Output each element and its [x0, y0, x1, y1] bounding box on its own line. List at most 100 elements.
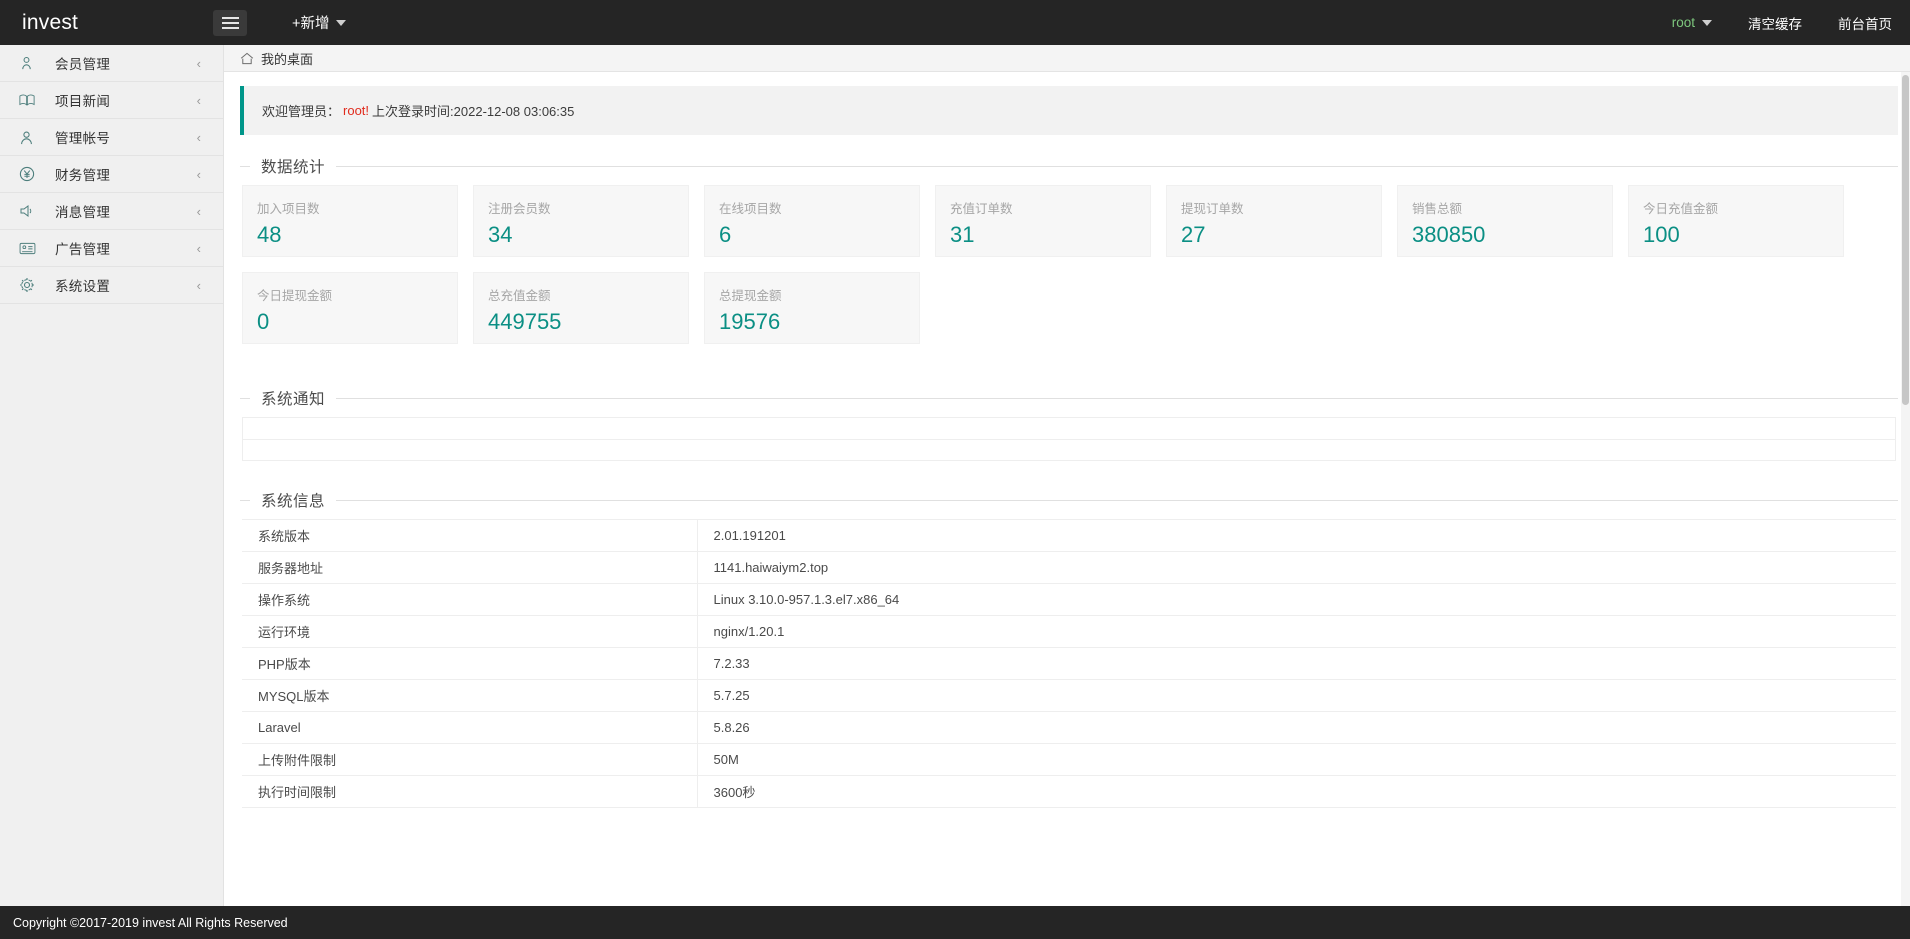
sysinfo-value: 2.01.191201	[697, 520, 1896, 552]
sidebar-item-system-settings[interactable]: 系统设置 ‹	[0, 267, 223, 304]
table-row: Laravel 5.8.26	[242, 712, 1896, 744]
sysinfo-value: 1141.haiwaiym2.top	[697, 552, 1896, 584]
sysinfo-key: 操作系统	[242, 584, 697, 616]
user-menu-button[interactable]: root	[1654, 0, 1730, 45]
system-info-table: 系统版本 2.01.191201 服务器地址 1141.haiwaiym2.to…	[242, 519, 1896, 808]
table-row: 上传附件限制 50M	[242, 744, 1896, 776]
welcome-prefix: 欢迎管理员：	[262, 101, 340, 120]
stat-card-label: 今日充值金额	[1643, 198, 1843, 217]
welcome-banner: 欢迎管理员： root! 上次登录时间:2022-12-08 03:06:35	[240, 86, 1898, 135]
welcome-last-login: 上次登录时间:2022-12-08 03:06:35	[372, 101, 574, 120]
sysinfo-value: nginx/1.20.1	[697, 616, 1896, 648]
stat-card-value: 27	[1181, 223, 1381, 247]
stat-card-label: 注册会员数	[488, 198, 688, 217]
stat-card-value: 0	[257, 310, 457, 334]
book-icon	[19, 93, 41, 107]
stat-card-label: 总提现金额	[719, 285, 919, 304]
sysinfo-value: 3600秒	[697, 776, 1896, 808]
stat-card[interactable]: 在线项目数 6	[704, 185, 920, 257]
stat-card[interactable]: 销售总额 380850	[1397, 185, 1613, 257]
stat-card-value: 48	[257, 223, 457, 247]
table-row: 执行时间限制 3600秒	[242, 776, 1896, 808]
app-brand[interactable]: invest	[0, 11, 110, 35]
sysinfo-key: 服务器地址	[242, 552, 697, 584]
chevron-left-icon: ‹	[197, 94, 201, 107]
stat-card[interactable]: 今日充值金额 100	[1628, 185, 1844, 257]
stat-card-value: 19576	[719, 310, 919, 334]
stat-card-label: 销售总额	[1412, 198, 1612, 217]
sidebar-item-label: 会员管理	[55, 53, 110, 73]
notices-panel: 系统通知	[240, 387, 1898, 467]
table-row: PHP版本 7.2.33	[242, 648, 1896, 680]
stat-card[interactable]: 总提现金额 19576	[704, 272, 920, 344]
sidebar-item-label: 系统设置	[55, 275, 110, 295]
sysinfo-key: 运行环境	[242, 616, 697, 648]
chevron-down-icon	[1702, 20, 1712, 26]
sysinfo-value: 7.2.33	[697, 648, 1896, 680]
main-content: 欢迎管理员： root! 上次登录时间:2022-12-08 03:06:35 …	[224, 72, 1910, 906]
chevron-left-icon: ‹	[197, 279, 201, 292]
chevron-left-icon: ‹	[197, 131, 201, 144]
stat-card[interactable]: 提现订单数 27	[1166, 185, 1382, 257]
stat-card-label: 加入项目数	[257, 198, 457, 217]
table-row: 操作系统 Linux 3.10.0-957.1.3.el7.x86_64	[242, 584, 1896, 616]
welcome-username: root!	[343, 103, 369, 118]
sysinfo-value: Linux 3.10.0-957.1.3.el7.x86_64	[697, 584, 1896, 616]
user-menu-label: root	[1672, 15, 1695, 30]
stat-card[interactable]: 注册会员数 34	[473, 185, 689, 257]
stat-card[interactable]: 加入项目数 48	[242, 185, 458, 257]
notice-row[interactable]	[242, 439, 1896, 461]
sidebar-item-label: 财务管理	[55, 164, 110, 184]
chevron-left-icon: ‹	[197, 57, 201, 70]
content-scrollbar[interactable]	[1901, 72, 1910, 906]
table-row: 运行环境 nginx/1.20.1	[242, 616, 1896, 648]
stat-card-label: 总充值金额	[488, 285, 688, 304]
home-icon[interactable]	[240, 52, 254, 65]
stat-card[interactable]: 总充值金额 449755	[473, 272, 689, 344]
front-page-link[interactable]: 前台首页	[1820, 0, 1910, 45]
chevron-left-icon: ‹	[197, 242, 201, 255]
clear-cache-button[interactable]: 清空缓存	[1730, 0, 1820, 45]
stat-card-value: 6	[719, 223, 919, 247]
chevron-left-icon: ‹	[197, 205, 201, 218]
stat-card-label: 提现订单数	[1181, 198, 1381, 217]
breadcrumb: 我的桌面	[224, 45, 1910, 72]
yen-circle-icon	[19, 166, 41, 182]
stat-card-value: 34	[488, 223, 688, 247]
sidebar-item-admin-account[interactable]: 管理帐号 ‹	[0, 119, 223, 156]
sidebar: 会员管理 ‹ 项目新闻 ‹ 管理帐号 ‹ 财务管理 ‹ 消息管理 ‹ 广告管理	[0, 45, 224, 939]
sidebar-item-label: 消息管理	[55, 201, 110, 221]
sidebar-item-finance[interactable]: 财务管理 ‹	[0, 156, 223, 193]
sysinfo-key: 系统版本	[242, 520, 697, 552]
stat-card[interactable]: 充值订单数 31	[935, 185, 1151, 257]
sysinfo-value: 5.7.25	[697, 680, 1896, 712]
user-circle-icon	[19, 130, 41, 145]
copyright-text: Copyright ©2017-2019 invest All Rights R…	[13, 916, 288, 930]
sysinfo-key: MYSQL版本	[242, 680, 697, 712]
table-row: MYSQL版本 5.7.25	[242, 680, 1896, 712]
add-new-button[interactable]: +新增	[292, 12, 346, 33]
sidebar-item-project-news[interactable]: 项目新闻 ‹	[0, 82, 223, 119]
sidebar-item-members[interactable]: 会员管理 ‹	[0, 45, 223, 82]
sysinfo-key: PHP版本	[242, 648, 697, 680]
sidebar-item-advertising[interactable]: 广告管理 ‹	[0, 230, 223, 267]
footer-bar: Copyright ©2017-2019 invest All Rights R…	[0, 906, 1910, 939]
sysinfo-value: 5.8.26	[697, 712, 1896, 744]
sidebar-item-messages[interactable]: 消息管理 ‹	[0, 193, 223, 230]
stats-panel-title: 数据统计	[250, 155, 336, 177]
scrollbar-thumb[interactable]	[1902, 75, 1909, 405]
breadcrumb-title: 我的桌面	[261, 49, 313, 68]
sysinfo-key: Laravel	[242, 712, 697, 744]
gear-icon	[19, 277, 41, 293]
chevron-down-icon	[336, 20, 346, 26]
image-card-icon	[19, 242, 41, 255]
stat-card[interactable]: 今日提现金额 0	[242, 272, 458, 344]
stat-card-value: 31	[950, 223, 1150, 247]
sidebar-item-label: 广告管理	[55, 238, 110, 258]
sidebar-item-label: 管理帐号	[55, 127, 110, 147]
hamburger-icon[interactable]	[213, 10, 247, 36]
stat-card-label: 今日提现金额	[257, 285, 457, 304]
notice-row[interactable]	[242, 417, 1896, 439]
sysinfo-key: 执行时间限制	[242, 776, 697, 808]
stat-card-value: 449755	[488, 310, 688, 334]
